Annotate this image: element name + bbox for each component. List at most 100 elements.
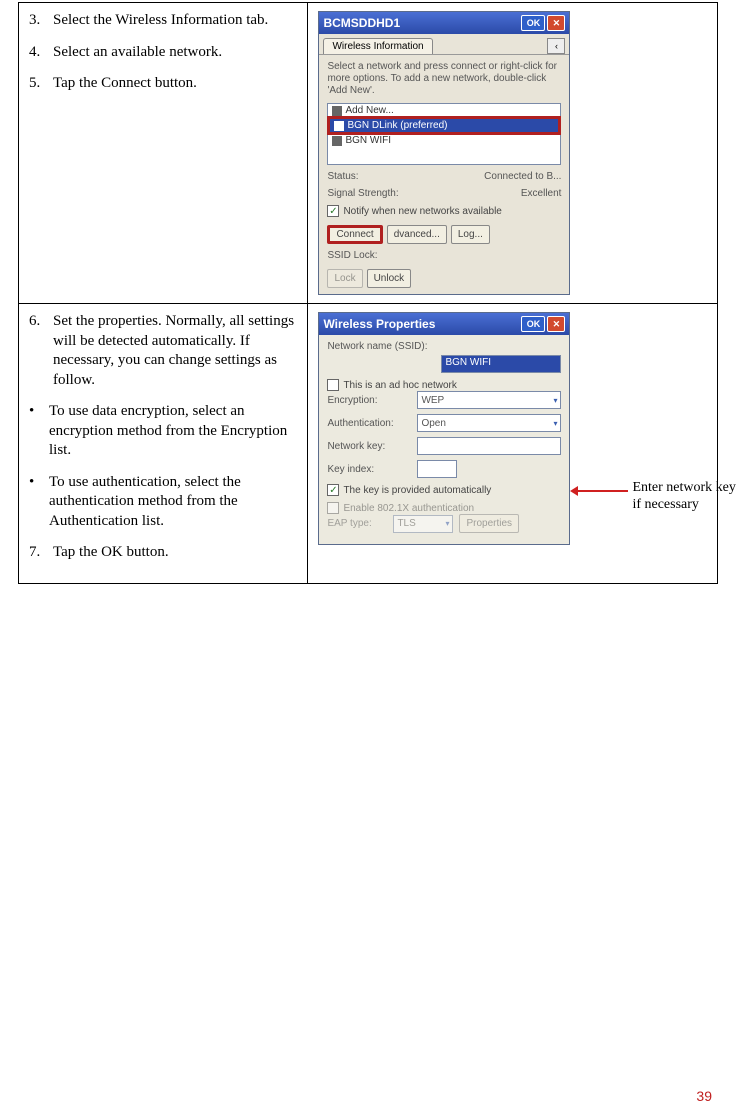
window-title: BCMSDDHD1 xyxy=(323,16,519,30)
network-key-label: Network key: xyxy=(327,441,411,452)
bullet-dot: • xyxy=(29,402,49,461)
notify-row[interactable]: ✓ Notify when new networks available xyxy=(327,205,561,217)
enable-8021x-row[interactable]: Enable 802.1X authentication xyxy=(327,502,561,514)
network-key-row: Network key: xyxy=(327,437,561,455)
auto-key-row[interactable]: ✓ The key is provided automatically xyxy=(327,484,561,496)
status-row: Status: Connected to B... xyxy=(327,171,561,182)
ok-button[interactable]: OK xyxy=(521,316,545,332)
step-num: 3. xyxy=(29,11,53,31)
select-value: Open xyxy=(421,418,445,429)
step-text: Set the properties. Normally, all settin… xyxy=(53,312,297,390)
ssid-lock-label: SSID Lock: xyxy=(327,250,561,261)
panel: Network name (SSID): BGN WIFI This is an… xyxy=(319,335,569,544)
ssid-input[interactable]: BGN WIFI xyxy=(441,355,561,373)
step-3: 3. Select the Wireless Information tab. xyxy=(29,11,297,31)
lock-button-row: Lock Unlock xyxy=(327,269,561,288)
step-5: 5. Tap the Connect button. xyxy=(29,74,297,94)
enable-8021x-label: Enable 802.1X authentication xyxy=(343,503,474,514)
authentication-select[interactable]: Open ▾ xyxy=(417,414,561,432)
authentication-label: Authentication: xyxy=(327,418,411,429)
close-button[interactable]: ✕ xyxy=(547,15,565,31)
auto-key-label: The key is provided automatically xyxy=(343,485,491,496)
status-label: Status: xyxy=(327,171,358,182)
titlebar: BCMSDDHD1 OK ✕ xyxy=(319,12,569,34)
checkbox-icon[interactable] xyxy=(327,502,339,514)
lock-button[interactable]: Lock xyxy=(327,269,362,288)
panel: Select a network and press connect or ri… xyxy=(319,55,569,294)
step-text: Select an available network. xyxy=(53,43,297,63)
step-num: 6. xyxy=(29,312,53,390)
tab-scroll-left[interactable]: ‹ xyxy=(547,38,565,54)
checkbox-icon[interactable]: ✓ xyxy=(327,484,339,496)
step-num: 7. xyxy=(29,543,53,563)
connect-button[interactable]: Connect xyxy=(327,225,382,244)
annotation-text: Enter network key if necessary xyxy=(632,480,736,514)
tab-row: Wireless Information ‹ xyxy=(319,34,569,55)
signal-icon xyxy=(332,136,342,146)
bullet-1: • To use data encryption, select an encr… xyxy=(29,402,297,461)
arrow-line xyxy=(576,490,628,492)
screenshot-2-container: Wireless Properties OK ✕ Network name (S… xyxy=(318,312,707,545)
network-item[interactable]: BGN WIFI xyxy=(328,134,560,147)
select-value: WEP xyxy=(421,395,444,406)
key-index-label: Key index: xyxy=(327,464,411,475)
checkbox-icon[interactable]: ✓ xyxy=(327,205,339,217)
tab-wireless-info[interactable]: Wireless Information xyxy=(323,38,432,54)
network-key-input[interactable] xyxy=(417,437,561,455)
select-value: TLS xyxy=(397,518,415,529)
key-index-row: Key index: xyxy=(327,460,561,478)
bullet-2: • To use authentication, select the auth… xyxy=(29,473,297,532)
adhoc-row[interactable]: This is an ad hoc network xyxy=(327,379,561,391)
encryption-select[interactable]: WEP ▾ xyxy=(417,391,561,409)
advanced-button[interactable]: dvanced... xyxy=(387,225,447,244)
checkbox-icon[interactable] xyxy=(327,379,339,391)
list-item-label: BGN WIFI xyxy=(345,135,391,146)
eap-row: EAP type: TLS ▾ Properties xyxy=(327,514,561,533)
page-number: 39 xyxy=(696,1088,712,1104)
log-button[interactable]: Log... xyxy=(451,225,490,244)
network-selected[interactable]: BGN DLink (preferred) xyxy=(327,116,561,135)
signal-icon xyxy=(332,106,342,116)
step-text: Select the Wireless Information tab. xyxy=(53,11,297,31)
authentication-row: Authentication: Open ▾ xyxy=(327,414,561,432)
signal-label: Signal Strength: xyxy=(327,188,398,199)
step-num: 5. xyxy=(29,74,53,94)
list-item-label: Add New... xyxy=(345,105,393,116)
row1-left: 3. Select the Wireless Information tab. … xyxy=(19,3,308,304)
adhoc-label: This is an ad hoc network xyxy=(343,380,456,391)
signal-icon xyxy=(334,121,344,131)
network-list[interactable]: Add New... BGN DLink (preferred) BGN WIF… xyxy=(327,103,561,165)
unlock-button[interactable]: Unlock xyxy=(367,269,412,288)
ok-button[interactable]: OK xyxy=(521,15,545,31)
bullet-dot: • xyxy=(29,473,49,532)
step-text: Tap the OK button. xyxy=(53,543,297,563)
step-7: 7. Tap the OK button. xyxy=(29,543,297,563)
step-6: 6. Set the properties. Normally, all set… xyxy=(29,312,297,390)
wireless-info-screenshot: BCMSDDHD1 OK ✕ Wireless Information ‹ Se… xyxy=(318,11,570,295)
chevron-down-icon: ▾ xyxy=(553,419,557,428)
list-item-label: BGN DLink (preferred) xyxy=(347,120,447,131)
eap-select[interactable]: TLS ▾ xyxy=(393,515,453,533)
signal-value: Excellent xyxy=(521,188,562,199)
bullet-text: To use data encryption, select an encryp… xyxy=(49,402,297,461)
window-title: Wireless Properties xyxy=(323,317,519,331)
properties-button[interactable]: Properties xyxy=(459,514,519,533)
status-value: Connected to B... xyxy=(484,171,561,182)
eap-label: EAP type: xyxy=(327,518,387,529)
help-text: Select a network and press connect or ri… xyxy=(327,61,561,97)
row2-right: Wireless Properties OK ✕ Network name (S… xyxy=(308,304,718,584)
row1-right: BCMSDDHD1 OK ✕ Wireless Information ‹ Se… xyxy=(308,3,718,304)
close-button[interactable]: ✕ xyxy=(547,316,565,332)
ssid-label: Network name (SSID): xyxy=(327,341,561,352)
wireless-properties-screenshot: Wireless Properties OK ✕ Network name (S… xyxy=(318,312,570,545)
encryption-label: Encryption: xyxy=(327,395,411,406)
signal-row: Signal Strength: Excellent xyxy=(327,188,561,199)
encryption-row: Encryption: WEP ▾ xyxy=(327,391,561,409)
chevron-down-icon: ▾ xyxy=(553,396,557,405)
step-num: 4. xyxy=(29,43,53,63)
instruction-table: 3. Select the Wireless Information tab. … xyxy=(18,2,718,584)
bullet-text: To use authentication, select the authen… xyxy=(49,473,297,532)
key-index-input[interactable] xyxy=(417,460,457,478)
row2-left: 6. Set the properties. Normally, all set… xyxy=(19,304,308,584)
notify-label: Notify when new networks available xyxy=(343,206,501,217)
